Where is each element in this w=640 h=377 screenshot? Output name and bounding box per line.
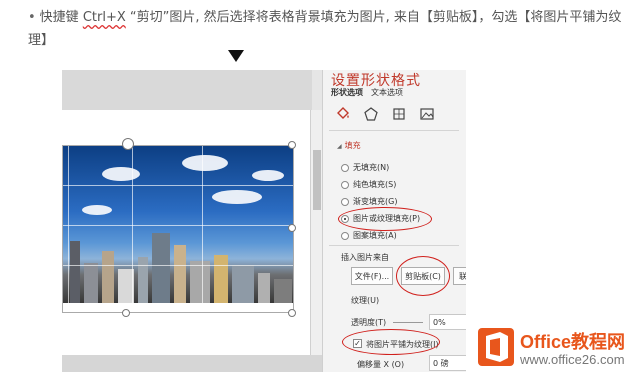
section-fill-header[interactable]: 填充 — [337, 140, 361, 151]
transparency-label: 透明度(T) — [351, 318, 387, 327]
watermark-logo: Office教程网 www.office26.com — [474, 326, 640, 377]
resize-handle[interactable] — [288, 141, 296, 149]
status-bar — [62, 355, 322, 372]
transparency-field[interactable]: 0% — [429, 314, 466, 330]
radio-label: 无填充(N) — [353, 163, 390, 172]
texture-label: 纹理(U) — [351, 296, 380, 305]
slide-canvas[interactable] — [62, 110, 310, 355]
radio-no-fill[interactable]: 无填充(N) — [341, 162, 389, 173]
picture-icon[interactable] — [419, 106, 435, 122]
ribbon-area — [62, 70, 312, 110]
rotate-handle[interactable] — [122, 138, 134, 150]
radio-button[interactable] — [341, 180, 349, 189]
bullet: • — [28, 10, 36, 25]
highlight-oval-clipboard — [396, 256, 450, 296]
highlight-oval-tile-checkbox — [342, 329, 440, 355]
watermark-name: Office教程网 — [520, 332, 626, 352]
watermark-url: www.office26.com — [520, 352, 625, 367]
divider — [329, 130, 459, 131]
radio-label: 纯色填充(S) — [353, 180, 397, 189]
tab-text-options[interactable]: 文本选项 — [371, 88, 403, 97]
radio-button[interactable] — [341, 163, 349, 172]
instruction-part-1: 快捷键 — [39, 10, 83, 25]
down-arrow-icon — [228, 50, 244, 62]
fill-bucket-icon[interactable] — [335, 106, 351, 122]
resize-handle[interactable] — [122, 309, 130, 317]
vertical-scrollbar[interactable] — [310, 110, 322, 355]
resize-handle[interactable] — [288, 224, 296, 232]
radio-button[interactable] — [341, 197, 349, 206]
radio-label: 图案填充(A) — [353, 231, 397, 240]
panel-icon-row — [335, 106, 435, 122]
online-button[interactable]: 联 — [453, 267, 466, 285]
shortcut-key: Ctrl+X — [82, 10, 126, 25]
app-screenshot: 设置形状格式 形状选项文本选项 填充 无填充(N) 纯色填充(S) — [62, 70, 466, 372]
office-logo-icon — [478, 328, 514, 366]
scrollbar-thumb[interactable] — [313, 150, 321, 210]
size-properties-icon[interactable] — [391, 106, 407, 122]
pentagon-icon[interactable] — [363, 106, 379, 122]
resize-handle[interactable] — [288, 309, 296, 317]
radio-solid-fill[interactable]: 纯色填充(S) — [341, 179, 396, 190]
radio-gradient-fill[interactable]: 渐变填充(G) — [341, 196, 397, 207]
transparency-slider[interactable] — [393, 322, 423, 323]
divider — [329, 245, 459, 246]
selection-border — [62, 145, 294, 313]
file-button[interactable]: 文件(F)... — [351, 267, 393, 285]
offset-x-field[interactable]: 0 磅 — [429, 355, 466, 371]
insert-from-label: 插入图片来自 — [341, 253, 389, 262]
instruction-text: • 快捷键 Ctrl+X “剪切”图片, 然后选择将表格背景填充为图片, 来自【剪… — [28, 6, 628, 52]
radio-button[interactable] — [341, 231, 349, 240]
radio-pattern-fill[interactable]: 图案填充(A) — [341, 230, 397, 241]
panel-tabs: 形状选项 文本选项 — [331, 87, 411, 98]
radio-label: 渐变填充(G) — [353, 197, 398, 206]
offset-x-label: 偏移量 X (O) — [357, 360, 405, 369]
tab-shape-options[interactable]: 形状选项 — [331, 88, 363, 97]
highlight-oval-picture-fill — [338, 207, 432, 231]
